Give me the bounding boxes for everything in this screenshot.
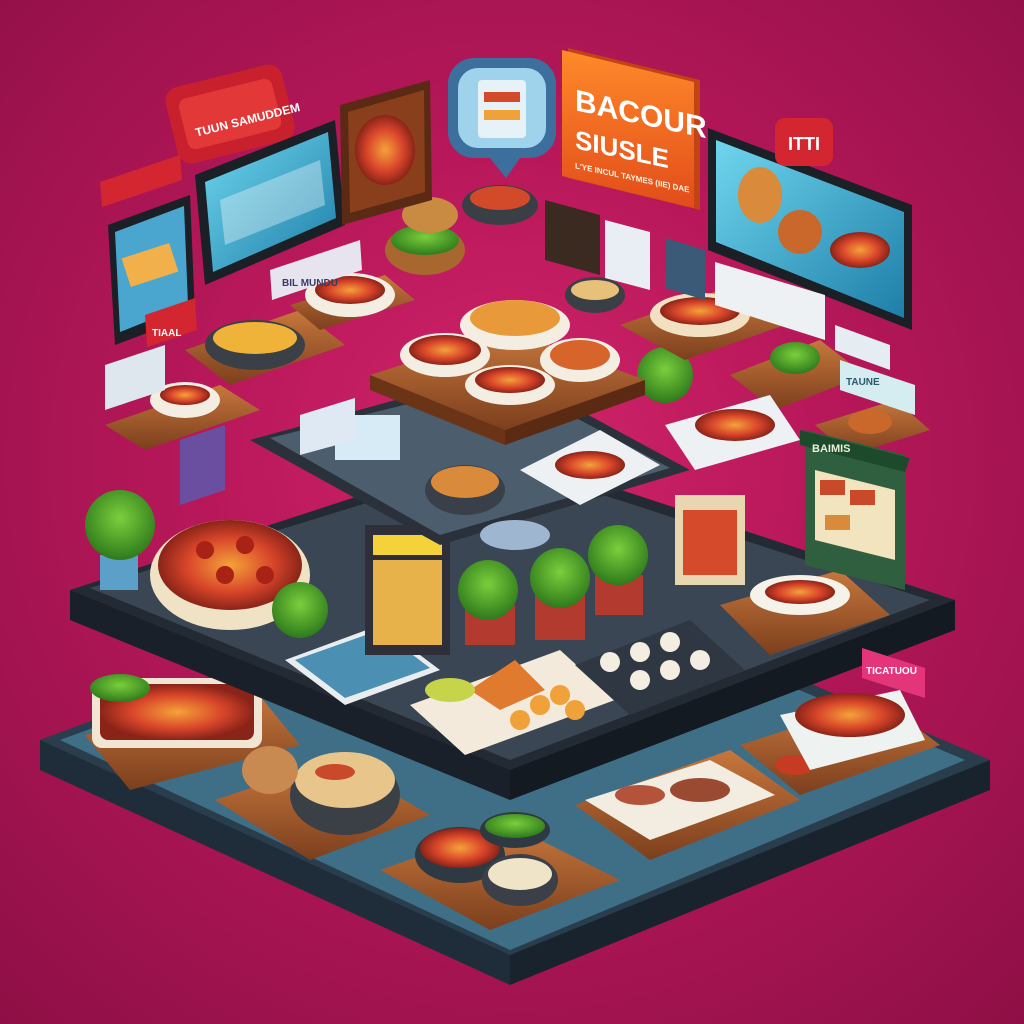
noodle-soup [295, 752, 395, 808]
plant [458, 560, 518, 620]
food-court-illustration: BAIMIS TUUN SAMUDDEM TIAAL BIL MUNDU BAC… [40, 48, 990, 985]
fridge-icon-bubble [448, 58, 556, 178]
right-food-stall: BAIMIS [800, 430, 910, 590]
right-sign-text: ITTI [788, 134, 820, 154]
bottom-right-sign-text: TICATUOU [866, 666, 917, 677]
bread-loaf [242, 746, 298, 794]
banner-left-text: TIAAL [152, 328, 181, 339]
stall-sign: BAIMIS [812, 443, 851, 455]
herb-garnish [90, 674, 150, 702]
plant [530, 548, 590, 608]
burger [738, 167, 782, 223]
main-orange-sign: BACOUR SIUSLE L'YE INCUL TAYMES (IIE) DA… [562, 48, 707, 210]
plant [588, 525, 648, 585]
right-red-sign: ITTI [775, 118, 833, 166]
plant [272, 582, 328, 638]
plate-stack [480, 520, 550, 550]
mid-left-sign-text: BIL MUNDU [282, 278, 338, 289]
right-small-sign-text: TAUNE [846, 377, 880, 388]
pasta [213, 322, 297, 354]
burger [778, 210, 822, 254]
plant-pot [100, 555, 138, 590]
menu-board-left [340, 80, 432, 225]
center-boards [545, 200, 705, 300]
plant [85, 490, 155, 560]
bottom-right-sign: TICATUOU [862, 648, 925, 698]
